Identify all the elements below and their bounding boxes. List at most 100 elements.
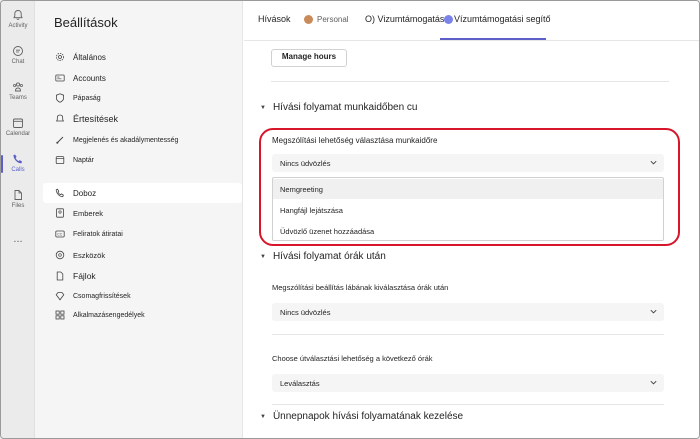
section-holidays[interactable]: ▼ Ünnepnapok hívási folyamatának kezelés…: [260, 411, 463, 422]
rail-more[interactable]: ...: [1, 233, 35, 245]
field-label: Megszólítási beállítás lábának kiválaszt…: [272, 283, 449, 292]
calendar-icon: [13, 118, 23, 128]
nav-captions[interactable]: CC Feliratok átiratai: [43, 224, 242, 244]
section-title: Hívási folyamat órák után: [272, 251, 386, 262]
rail-activity[interactable]: Activity: [1, 9, 35, 29]
nav-label: Pápaság: [73, 94, 101, 102]
nav-updates[interactable]: Csomagfrissítések: [43, 286, 242, 306]
nav-label: Általános: [73, 52, 106, 62]
rail-label: Teams: [9, 95, 27, 101]
option-no-greeting[interactable]: Nemgreeting: [273, 179, 663, 199]
tab-visa-assistant[interactable]: Vízumtámogatási segítő: [454, 14, 551, 24]
apps-icon: [55, 310, 65, 320]
rail-calendar[interactable]: Calendar: [1, 117, 35, 137]
tab-visa-1[interactable]: O) Vizumtámogatás: [365, 14, 444, 24]
field-label: Choose útválasztási lehetőség a következ…: [272, 354, 433, 363]
file-icon: [14, 190, 22, 200]
nav-label: Értesítések: [73, 114, 119, 124]
nav-label: Accounts: [73, 73, 106, 83]
rail-label: Activity: [8, 23, 28, 29]
nav-calls[interactable]: Doboz: [43, 183, 242, 203]
greeting-select[interactable]: Nincs üdvözlés: [272, 154, 664, 172]
section-after-hours[interactable]: ▼ Hívási folyamat órák után: [260, 251, 386, 262]
chat-icon: [13, 46, 23, 56]
divider: [272, 404, 664, 405]
nav-label: Feliratok átiratai: [73, 230, 123, 238]
svg-text:CC: CC: [57, 232, 63, 236]
app-rail: Activity Chat Teams Calendar Calls Files…: [1, 1, 35, 438]
teams-icon: [13, 82, 23, 92]
settings-content: Manage hours ▼ Hívási folyamat munkaidőb…: [244, 42, 699, 438]
field-label: Megszólítási lehetőség választása munkai…: [272, 136, 438, 145]
section-title: Ünnepnapok hívási folyamatának kezelése: [272, 411, 464, 422]
shield-icon: [55, 93, 65, 103]
rail-label: Calls: [11, 167, 25, 173]
divider: [272, 334, 664, 335]
nav-appearance[interactable]: Megjelenés és akadálymentesség: [43, 130, 242, 150]
nav-label: Emberek: [73, 208, 104, 218]
nav-label: Alkalmazásengedélyek: [73, 311, 145, 319]
rail-label: Calendar: [5, 131, 31, 137]
teams-window: Activity Chat Teams Calendar Calls Files…: [0, 0, 700, 439]
avatar: [304, 15, 313, 24]
nav-people[interactable]: Emberek: [43, 203, 242, 223]
gear-icon: [55, 52, 65, 62]
select-value: Leválasztás: [280, 378, 320, 388]
brush-icon: [55, 135, 65, 145]
rail-teams[interactable]: Teams: [1, 81, 35, 101]
rail-calls[interactable]: Calls: [1, 153, 35, 173]
tab-personal[interactable]: Personal: [317, 15, 349, 24]
rail-files[interactable]: Files: [1, 189, 35, 209]
chevron-down-icon: [650, 160, 657, 165]
id-card-icon: [55, 73, 65, 83]
nav-files[interactable]: Fájlok: [43, 266, 242, 286]
manage-hours-button[interactable]: Manage hours: [271, 49, 347, 67]
tab-calls[interactable]: Hívások: [258, 14, 291, 24]
nav-app-permissions[interactable]: Alkalmazásengedélyek: [43, 305, 242, 325]
greeting-dropdown: Nemgreeting Hangfájl lejátszása Üdvözlő …: [272, 177, 664, 241]
caret-down-icon: ▼: [260, 104, 266, 111]
caret-down-icon: ▼: [260, 413, 266, 420]
rail-label: Chat: [11, 59, 25, 65]
nav-accounts[interactable]: Accounts: [43, 68, 242, 88]
nav-label: Fájlok: [73, 271, 96, 281]
phone-icon: [55, 188, 65, 198]
nav-notifications[interactable]: Értesítések: [43, 109, 242, 129]
active-indicator: [1, 155, 3, 173]
calendar-icon: [55, 155, 65, 165]
nav-general[interactable]: Általános: [43, 47, 242, 67]
select-value: Nincs üdvözlés: [280, 307, 331, 317]
chevron-down-icon: [650, 309, 657, 314]
nav-label: Megjelenés és akadálymentesség: [73, 136, 179, 144]
divider: [271, 81, 669, 82]
option-play-audio[interactable]: Hangfájl lejátszása: [273, 200, 663, 220]
rail-chat[interactable]: Chat: [1, 45, 35, 65]
section-working-hours[interactable]: ▼ Hívási folyamat munkaidőben cu: [260, 102, 417, 113]
nav-devices[interactable]: Eszközök: [43, 245, 242, 265]
tab-bar: Hívások Personal O) Vizumtámogatás Vízum…: [244, 1, 699, 41]
rail-label: Files: [11, 203, 25, 209]
nav-privacy[interactable]: Pápaság: [43, 88, 242, 108]
avatar: [444, 15, 453, 24]
after-hours-greeting-select[interactable]: Nincs üdvözlés: [272, 303, 664, 321]
cc-icon: CC: [55, 229, 65, 239]
after-hours-routing-select[interactable]: Leválasztás: [272, 374, 664, 392]
bell-icon: [13, 10, 23, 20]
diamond-icon: [55, 291, 65, 301]
people-icon: [55, 208, 65, 218]
speaker-icon: [55, 250, 65, 260]
more-icon: ...: [13, 233, 23, 245]
section-title: Hívási folyamat munkaidőben cu: [272, 102, 418, 113]
nav-label: Csomagfrissítések: [73, 292, 131, 300]
chevron-down-icon: [650, 380, 657, 385]
caret-down-icon: ▼: [260, 253, 266, 260]
nav-label: Doboz: [73, 188, 97, 198]
file-icon: [55, 271, 65, 281]
phone-icon: [13, 154, 23, 164]
select-value: Nincs üdvözlés: [280, 158, 331, 168]
nav-calendar[interactable]: Naptár: [43, 150, 242, 170]
option-add-message[interactable]: Üdvözlő üzenet hozzáadása: [273, 221, 663, 241]
settings-title: Beállítások: [54, 15, 118, 30]
settings-panel: Beállítások Általános Accounts Pápaság É…: [35, 1, 243, 438]
active-tab-underline: [440, 38, 546, 40]
